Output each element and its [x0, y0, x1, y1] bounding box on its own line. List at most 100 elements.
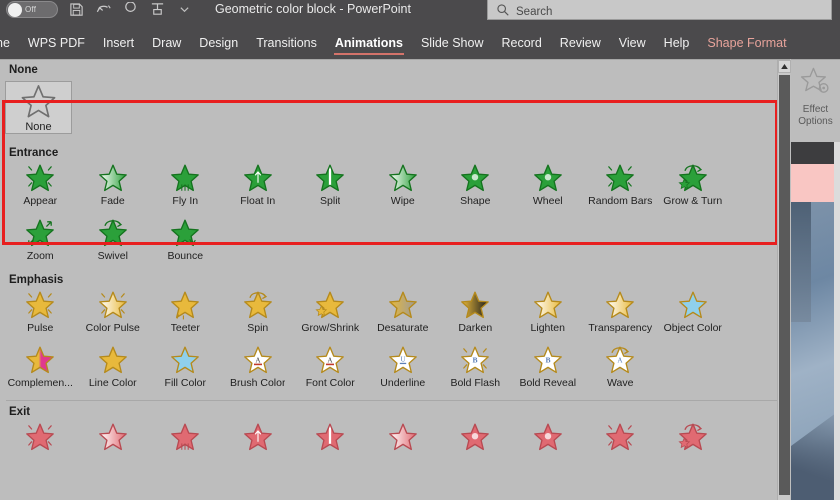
animation-item-emphasis-wave[interactable]: A Wave	[584, 341, 657, 396]
animation-item-label: Split	[320, 195, 341, 207]
animation-item-label: Transparency	[588, 322, 653, 334]
ribbon-tab-insert[interactable]: Insert	[94, 27, 143, 59]
save-icon[interactable]	[68, 1, 85, 18]
animation-item-emphasis-darken[interactable]: Darken	[439, 286, 512, 341]
animation-item-emphasis-brush-color[interactable]: A Brush Color	[222, 341, 295, 396]
animation-item-entrance-split[interactable]: Split	[294, 159, 367, 214]
start-presentation-icon[interactable]	[149, 1, 166, 18]
animation-item-label: Object Color	[663, 322, 722, 334]
animation-item-emphasis-pulse[interactable]: Pulse	[4, 286, 77, 341]
gallery-grid-emphasis: Pulse Color Pulse Teeter Spin Grow/Shrink Des…	[0, 286, 790, 396]
effect-options-button[interactable]: Effect Options	[791, 59, 840, 142]
gallery-section-label-emphasis: Emphasis	[9, 274, 64, 286]
animation-item-exit-disappear[interactable]	[4, 418, 77, 473]
ribbon-tab-review[interactable]: Review	[551, 27, 610, 59]
ribbon-tab-record[interactable]: Record	[493, 27, 551, 59]
animation-item-label: Random Bars	[588, 195, 653, 207]
ribbon-tab-view[interactable]: View	[610, 27, 655, 59]
animation-item-label: Line Color	[88, 377, 137, 389]
animation-item-emphasis-spin[interactable]: Spin	[222, 286, 295, 341]
ribbon-tab-ne[interactable]: ne	[0, 27, 19, 59]
animation-item-label: Wave	[607, 377, 634, 389]
animation-item-emphasis-bold-reveal[interactable]: B Bold Reveal	[512, 341, 585, 396]
autosave-toggle[interactable]: Off	[6, 1, 58, 18]
ribbon-tab-transitions[interactable]: Transitions	[247, 27, 326, 59]
animation-item-exit-wipe-out[interactable]	[367, 418, 440, 473]
animation-item-entrance-bounce[interactable]: Bounce	[149, 214, 222, 269]
animation-item-entrance-shape[interactable]: Shape	[439, 159, 512, 214]
svg-text:B: B	[473, 355, 478, 364]
ribbon-tab-slide-show[interactable]: Slide Show	[412, 27, 493, 59]
gallery-scrollbar[interactable]	[777, 60, 791, 500]
gallery-grid-exit	[0, 418, 790, 473]
gallery-section-label-exit: Exit	[9, 406, 31, 418]
animation-gallery[interactable]: None None Entrance Appear Fade Fly In Float In…	[0, 59, 790, 500]
animation-item-label: Float In	[240, 195, 276, 207]
animation-item-label: Color Pulse	[85, 322, 140, 334]
star-gear-icon	[799, 65, 833, 104]
autosave-label: Off	[25, 5, 37, 14]
animation-item-exit-shrink-turn[interactable]	[657, 418, 730, 473]
animation-item-label: Appear	[23, 195, 58, 207]
animation-item-entrance-zoom[interactable]: Zoom	[4, 214, 77, 269]
animation-item-emphasis-transparency[interactable]: Transparency	[584, 286, 657, 341]
animation-item-entrance-grow-turn[interactable]: Grow & Turn	[657, 159, 730, 214]
svg-text:A: A	[328, 356, 334, 364]
animation-item-emphasis-line-color[interactable]: Line Color	[77, 341, 150, 396]
animation-item-entrance-swivel[interactable]: Swivel	[77, 214, 150, 269]
animation-item-emphasis-desaturate[interactable]: Desaturate	[367, 286, 440, 341]
animation-item-emphasis-complemen[interactable]: Complemen...	[4, 341, 77, 396]
animation-item-exit-wheel-out[interactable]	[512, 418, 585, 473]
undo-icon[interactable]	[95, 1, 112, 18]
scrollbar-thumb[interactable]	[779, 75, 790, 495]
animation-item-exit-shape-out[interactable]	[439, 418, 512, 473]
animation-item-label: Wipe	[390, 195, 415, 207]
animation-item-label: Fade	[100, 195, 125, 207]
animation-item-emphasis-underline[interactable]: U Underline	[367, 341, 440, 396]
animation-item-emphasis-grow-shrink[interactable]: Grow/Shrink	[294, 286, 367, 341]
ribbon-tab-draw[interactable]: Draw	[143, 27, 190, 59]
customize-qat-chevron-down-icon[interactable]	[176, 1, 193, 18]
animation-item-exit-fly-out[interactable]	[149, 418, 222, 473]
animation-item-emphasis-object-color[interactable]: Object Color	[657, 286, 730, 341]
ribbon-tab-wps-pdf[interactable]: WPS PDF	[19, 27, 94, 59]
title-bar: Off Geometric color block - PowerPoint S…	[0, 0, 840, 27]
animation-item-entrance-float-in[interactable]: Float In	[222, 159, 295, 214]
animation-item-exit-float-out[interactable]	[222, 418, 295, 473]
animation-item-exit-fade-out[interactable]	[77, 418, 150, 473]
gallery-grid-entrance: Appear Fade Fly In Float In Split Wipe Shape Wh…	[0, 159, 790, 269]
search-box[interactable]: Search	[487, 0, 832, 20]
animation-item-entrance-wheel[interactable]: Wheel	[512, 159, 585, 214]
ribbon-tab-animations[interactable]: Animations	[326, 27, 412, 59]
animation-item-entrance-wipe[interactable]: Wipe	[367, 159, 440, 214]
slide-strip-white-edge	[834, 142, 840, 500]
redo-icon[interactable]	[122, 1, 139, 18]
animation-item-label: Bounce	[167, 250, 204, 262]
gallery-section-label-none: None	[9, 64, 38, 76]
slide-strip-dark-band	[791, 142, 840, 164]
animation-item-emphasis-fill-color[interactable]: Fill Color	[149, 341, 222, 396]
animation-item-emphasis-lighten[interactable]: Lighten	[512, 286, 585, 341]
animation-item-emphasis-teeter[interactable]: Teeter	[149, 286, 222, 341]
animation-item-entrance-appear[interactable]: Appear	[4, 159, 77, 214]
ribbon-tab-design[interactable]: Design	[190, 27, 247, 59]
animation-item-emphasis-color-pulse[interactable]: Color Pulse	[77, 286, 150, 341]
autosave-knob	[8, 2, 22, 17]
animation-item-exit-split-out[interactable]	[294, 418, 367, 473]
animation-item-label: Pulse	[27, 322, 54, 334]
animation-item-entrance-random-bars[interactable]: Random Bars	[584, 159, 657, 214]
animation-none-button[interactable]: None	[5, 81, 72, 134]
animation-item-label: Bold Flash	[450, 377, 501, 389]
search-placeholder: Search	[516, 6, 553, 18]
animation-item-emphasis-bold-flash[interactable]: B Bold Flash	[439, 341, 512, 396]
animation-item-label: Zoom	[26, 250, 54, 262]
ribbon-tab-shape-format[interactable]: Shape Format	[698, 27, 795, 59]
animation-item-emphasis-font-color[interactable]: A Font Color	[294, 341, 367, 396]
scroll-up-arrow-icon[interactable]	[778, 60, 791, 73]
animation-item-entrance-fade[interactable]: Fade	[77, 159, 150, 214]
animation-item-label: Underline	[380, 377, 426, 389]
animation-item-label: Wheel	[532, 195, 563, 207]
ribbon-tab-help[interactable]: Help	[655, 27, 699, 59]
animation-item-exit-random-bars-out[interactable]	[584, 418, 657, 473]
animation-item-entrance-fly-in[interactable]: Fly In	[149, 159, 222, 214]
